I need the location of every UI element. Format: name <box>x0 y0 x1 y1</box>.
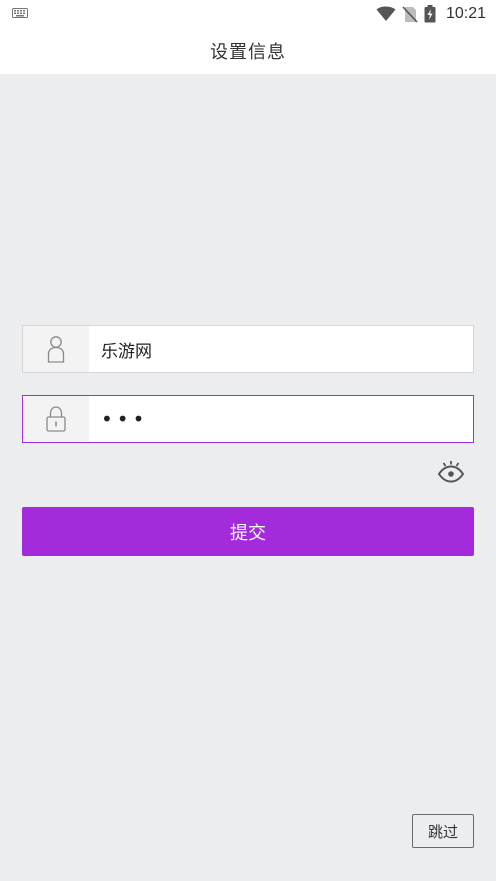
status-bar: 10:21 <box>0 0 496 28</box>
clock-time: 10:21 <box>445 5 486 22</box>
wifi-icon <box>376 6 396 21</box>
password-icon-box <box>23 396 89 442</box>
no-sim-icon <box>402 5 418 23</box>
username-field[interactable]: 乐游网 <box>22 325 474 373</box>
app-bar: 设置信息 <box>0 28 496 74</box>
skip-button[interactable]: 跳过 <box>412 814 474 848</box>
user-icon <box>47 336 65 363</box>
page-title: 设置信息 <box>210 42 286 63</box>
password-field[interactable]: ••• <box>22 395 474 443</box>
submit-button[interactable]: 提交 <box>22 507 474 556</box>
password-visibility-toggle[interactable] <box>436 458 466 486</box>
lock-icon <box>46 406 66 432</box>
password-input[interactable]: ••• <box>89 407 473 431</box>
keyboard-icon <box>12 8 28 18</box>
battery-charging-icon <box>424 5 436 23</box>
username-icon-box <box>23 326 89 372</box>
eye-icon <box>437 461 465 483</box>
username-input[interactable]: 乐游网 <box>89 337 473 362</box>
